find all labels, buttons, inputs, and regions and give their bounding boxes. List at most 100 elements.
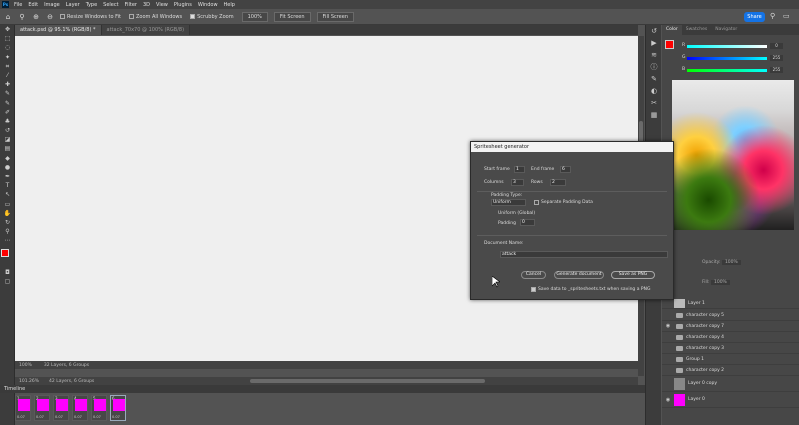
hand-tool-icon[interactable]: ✋ (0, 209, 15, 218)
timeline-frame[interactable]: 30.07 (53, 395, 69, 421)
menu-help[interactable]: Help (224, 2, 235, 8)
eyedropper-icon[interactable]: ⁄ (0, 71, 15, 80)
menu-window[interactable]: Window (198, 2, 218, 8)
layer-row[interactable]: character copy 5 (662, 310, 799, 321)
eye-icon[interactable]: ◉ (664, 397, 672, 403)
tab-navigator[interactable]: Navigator (711, 25, 741, 35)
lasso-tool-icon[interactable]: ◌ (0, 43, 15, 52)
shape-tool-icon[interactable]: ▭ (0, 200, 15, 209)
scrollbar-thumb[interactable] (250, 379, 485, 383)
workspace-icon[interactable]: ▭ (783, 12, 790, 20)
zoom-tool-icon[interactable]: ⚲ (18, 13, 26, 21)
brush-tool-2-icon[interactable]: ✎ (0, 99, 15, 108)
b-slider[interactable] (687, 69, 767, 72)
pen-tool-icon[interactable]: ✒ (0, 172, 15, 181)
start-frame-input[interactable]: 1 (514, 166, 525, 173)
crop-tool-icon[interactable]: ⌗ (0, 62, 15, 71)
timeline-frame[interactable]: 60.07 (110, 395, 126, 421)
resize-windows-option[interactable]: Resize Windows to Fit (60, 14, 121, 20)
scrubby-zoom-option[interactable]: Scrubby Zoom (190, 14, 234, 20)
rows-input[interactable]: 2 (550, 179, 566, 186)
menu-select[interactable]: Select (103, 2, 118, 8)
layer-row[interactable]: Layer 1 (662, 298, 799, 309)
layer-row[interactable]: ◉ Layer 0 (662, 392, 799, 408)
info-icon[interactable]: ⓘ (646, 61, 662, 73)
fit-screen-button[interactable]: Fit Screen (273, 11, 311, 22)
zoom-icon[interactable]: ⚲ (0, 227, 15, 236)
rotate-view-icon[interactable]: ↻ (0, 218, 15, 227)
properties-icon[interactable]: ▦ (646, 109, 662, 121)
layer-row[interactable]: character copy 2 (662, 365, 799, 376)
separate-padding-checkbox[interactable] (534, 200, 539, 205)
history-brush-icon[interactable]: ↺ (0, 126, 15, 135)
foreground-color-icon[interactable] (1, 248, 9, 257)
fill-screen-button[interactable]: Fill Screen (316, 11, 355, 22)
home-icon[interactable]: ⌂ (4, 13, 12, 21)
clone-stamp-icon[interactable]: ♣ (0, 117, 15, 126)
zoom-in-icon[interactable]: ⊕ (32, 13, 40, 21)
quick-mask-icon[interactable]: ◘ (0, 268, 15, 277)
timeline-frame[interactable]: 10.07 (15, 395, 31, 421)
r-value[interactable]: 0 (770, 43, 783, 49)
menu-image[interactable]: Image (44, 2, 60, 8)
type-tool-icon[interactable]: T (0, 181, 15, 190)
menu-layer[interactable]: Layer (66, 2, 80, 8)
share-button[interactable]: Share (744, 12, 765, 22)
layer-row[interactable]: character copy 3 (662, 343, 799, 354)
zoom-100-button[interactable]: 100% (241, 11, 268, 22)
columns-input[interactable]: 3 (511, 179, 524, 186)
g-slider[interactable] (687, 57, 767, 60)
cancel-button[interactable]: Cancel (521, 271, 546, 279)
save-data-checkbox[interactable] (531, 287, 536, 292)
magic-wand-icon[interactable]: ✦ (0, 53, 15, 62)
fill-value[interactable]: 100% (710, 280, 730, 285)
layer-row[interactable]: character copy 4 (662, 332, 799, 343)
more-tools-icon[interactable]: ⋯ (0, 236, 15, 245)
zoom-all-checkbox[interactable] (129, 14, 134, 19)
marquee-tool-icon[interactable]: ⬚ (0, 34, 15, 43)
scrubby-zoom-checkbox[interactable] (190, 14, 196, 19)
color-spectrum[interactable] (672, 80, 794, 230)
eye-icon[interactable]: ◉ (664, 323, 672, 329)
tab-attack-70x70[interactable]: attack_70x70 @ 100% (RGB/8) (101, 25, 191, 35)
opacity-value[interactable]: 100% (721, 260, 741, 265)
timeline-frame[interactable]: 20.07 (34, 395, 50, 421)
menu-filter[interactable]: Filter (125, 2, 137, 8)
tab-color[interactable]: Color (662, 25, 682, 35)
fg-swatch[interactable] (665, 40, 674, 49)
layer-row[interactable]: Group 1 (662, 354, 799, 365)
zoom-all-option[interactable]: Zoom All Windows (129, 14, 182, 20)
eraser-icon[interactable]: ◪ (0, 135, 15, 144)
brush-settings-icon[interactable]: ✎ (646, 73, 662, 85)
path-select-icon[interactable]: ↖ (0, 190, 15, 199)
menu-3d[interactable]: 3D (143, 2, 150, 8)
tools-icon[interactable]: ✂ (646, 97, 662, 109)
menu-file[interactable]: File (14, 2, 22, 8)
layer-row[interactable]: ◉ character copy 7 (662, 321, 799, 332)
horizontal-scrollbar[interactable]: 101.26% 42 Layers, 6 Groups (15, 377, 638, 385)
screen-mode-icon[interactable]: ▢ (0, 277, 15, 286)
search-icon[interactable]: ⚲ (770, 12, 775, 20)
document-name-input[interactable]: attack (500, 251, 668, 258)
blur-tool-icon[interactable]: ◆ (0, 154, 15, 163)
timeline-frame[interactable]: 40.07 (72, 395, 88, 421)
resize-windows-checkbox[interactable] (60, 14, 65, 19)
padding-input[interactable]: 0 (520, 219, 535, 226)
tab-swatches[interactable]: Swatches (682, 25, 712, 35)
adjustments-icon[interactable]: ◐ (646, 85, 662, 97)
padding-type-select[interactable]: Uniform (491, 199, 526, 206)
layer-row[interactable]: Layer 0 copy (662, 376, 799, 392)
menu-type[interactable]: Type (86, 2, 97, 8)
menu-edit[interactable]: Edit (28, 2, 38, 8)
dodge-tool-icon[interactable]: ● (0, 163, 15, 172)
history-icon[interactable]: ↺ (646, 25, 662, 37)
zoom-out-icon[interactable]: ⊖ (46, 13, 54, 21)
menu-plugins[interactable]: Plugins (174, 2, 192, 8)
end-frame-input[interactable]: 6 (560, 166, 571, 173)
b-value[interactable]: 255 (770, 67, 783, 73)
menu-view[interactable]: View (156, 2, 168, 8)
brush-tool-icon[interactable]: ✎ (0, 89, 15, 98)
generate-document-button[interactable]: Generate document (554, 271, 604, 279)
timeline-frame[interactable]: 50.07 (91, 395, 107, 421)
pencil-tool-icon[interactable]: ✐ (0, 108, 15, 117)
